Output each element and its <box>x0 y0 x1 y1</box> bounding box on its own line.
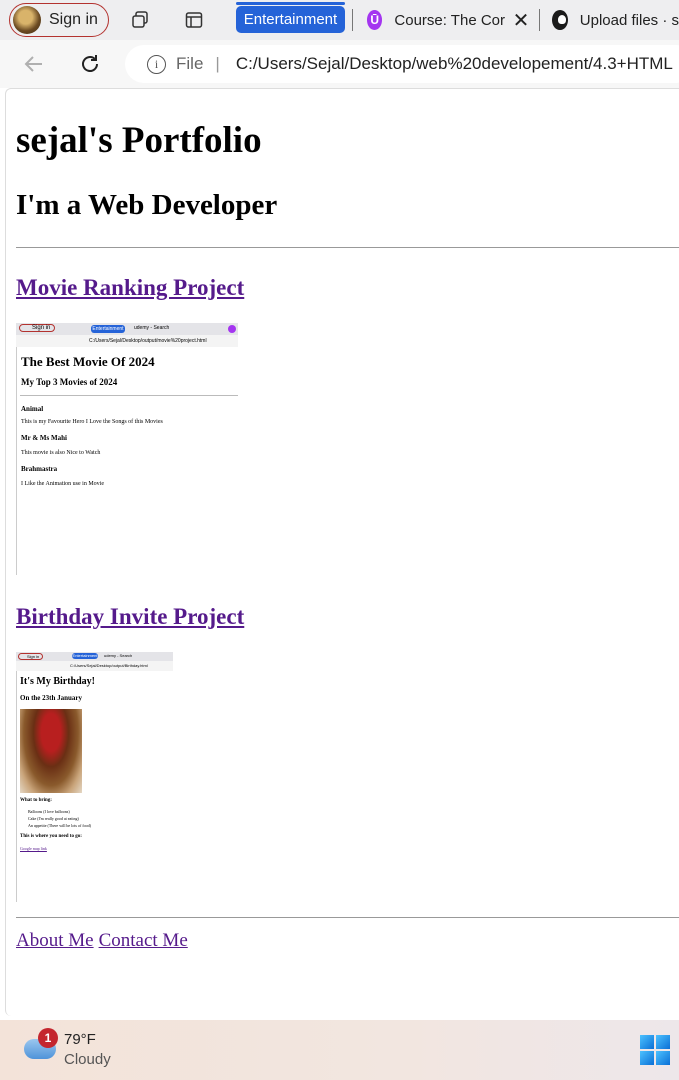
url-text[interactable]: C:/Users/Sejal/Desktop/web%20developemen… <box>236 54 673 74</box>
preview-tab-bar: Sign in Entertainment udemy - Search <box>16 652 173 661</box>
preview-heading: It's My Birthday! <box>20 676 95 687</box>
page-subtitle: I'm a Web Developer <box>16 189 278 221</box>
birthday-invite-project-link[interactable]: Birthday Invite Project <box>16 604 244 630</box>
preview-bring-item: Balloons (I love balloons) <box>28 809 70 814</box>
divider <box>16 247 679 248</box>
github-icon <box>552 10 568 30</box>
preview-subheading: My Top 3 Movies of 2024 <box>21 377 118 387</box>
preview-item-desc: I Like the Animation use in Movie <box>21 481 104 487</box>
tab-course[interactable]: Ū Course: The Cor <box>367 8 505 32</box>
preview-signin: Sign in <box>18 653 44 660</box>
udemy-icon: Ū <box>367 10 383 30</box>
about-me-link[interactable]: About Me <box>16 930 94 951</box>
preview-map-link: Google map link <box>20 846 47 851</box>
reload-icon[interactable] <box>78 52 102 76</box>
page-title: sejal's Portfolio <box>16 120 262 161</box>
profile-signin-button[interactable]: Sign in <box>9 3 109 37</box>
vertical-tabs-icon[interactable] <box>184 10 204 30</box>
contact-me-link[interactable]: Contact Me <box>99 930 188 951</box>
avatar <box>13 6 41 34</box>
windows-start-icon[interactable] <box>640 1035 670 1065</box>
tab-group-indicator <box>236 2 345 5</box>
preview-group: Entertainment <box>72 653 98 659</box>
movie-ranking-project-link[interactable]: Movie Ranking Project <box>16 275 244 301</box>
footer-links: About Me Contact Me <box>16 930 193 952</box>
notification-badge: 1 <box>38 1028 58 1048</box>
tab-title: Course: The Cor <box>394 11 505 29</box>
movie-project-screenshot[interactable]: Sign in Entertainment udemy - Search C:/… <box>16 323 238 575</box>
weather-condition[interactable]: Cloudy <box>64 1051 111 1068</box>
tab-separator <box>352 9 353 31</box>
preview-tab-bar: Sign in Entertainment udemy - Search <box>16 323 238 335</box>
udemy-icon <box>228 325 236 333</box>
cake-image <box>20 709 82 793</box>
preview-divider <box>20 395 238 396</box>
workspaces-icon[interactable] <box>130 10 150 30</box>
weather-temperature[interactable]: 79°F <box>64 1031 96 1048</box>
browser-tab-bar: Sign in Entertainment Ū Course: The Cor … <box>0 0 679 40</box>
preview-heading: The Best Movie Of 2024 <box>21 354 155 369</box>
preview-url-bar: C:/Users/Sejal/Desktop/output/movie%20pr… <box>16 335 238 347</box>
preview-item-desc: This is my Favourite Hero I Love the Son… <box>21 419 163 425</box>
preview-item-desc: This movie is also Nice to Watch <box>21 450 101 456</box>
preview-signin: Sign in <box>19 324 56 332</box>
preview-url: C:/Users/Sejal/Desktop/output/movie%20pr… <box>89 338 207 344</box>
info-icon[interactable]: i <box>147 54 166 74</box>
preview-item-name: Brahmastra <box>21 465 58 473</box>
preview-url: C:/Users/Sejal/Desktop/output/Birthday.h… <box>70 663 148 668</box>
close-tab-icon[interactable]: ✕ <box>510 8 532 32</box>
scheme-label: File <box>176 54 204 73</box>
address-divider: | <box>215 54 220 73</box>
preview-subheading: On the 23th January <box>20 694 83 702</box>
address-bar[interactable]: i File | C:/Users/Sejal/Desktop/web%20de… <box>125 45 679 83</box>
windows-taskbar <box>0 1020 679 1080</box>
preview-item-name: Animal <box>21 405 44 413</box>
preview-bring-item: An appetite (There will be lots of food) <box>28 823 91 828</box>
tab-title: Upload files · s <box>579 11 679 29</box>
back-arrow-icon[interactable] <box>22 52 46 76</box>
preview-tab-title: udemy - Search <box>134 325 170 331</box>
birthday-project-screenshot[interactable]: Sign in Entertainment udemy - Search C:/… <box>16 652 173 902</box>
page-viewport: sejal's Portfolio I'm a Web Developer Mo… <box>5 88 679 1016</box>
tab-group-entertainment[interactable]: Entertainment <box>236 6 345 33</box>
preview-border <box>16 347 17 575</box>
preview-group: Entertainment <box>91 325 125 333</box>
preview-bring-label: What to bring: <box>20 798 52 803</box>
tab-separator <box>539 9 540 31</box>
preview-border <box>16 671 17 902</box>
preview-bring-item: Cake (I'm really good at eating) <box>28 816 79 821</box>
divider <box>16 917 679 918</box>
preview-item-name: Mr & Ms Mahi <box>21 434 67 442</box>
preview-url-bar: C:/Users/Sejal/Desktop/output/Birthday.h… <box>16 661 173 671</box>
signin-label: Sign in <box>49 11 98 28</box>
preview-where-label: This is where you need to go: <box>20 834 82 839</box>
tab-upload-files[interactable]: Upload files · s <box>552 8 679 32</box>
preview-tab-title: udemy - Search <box>104 653 133 658</box>
